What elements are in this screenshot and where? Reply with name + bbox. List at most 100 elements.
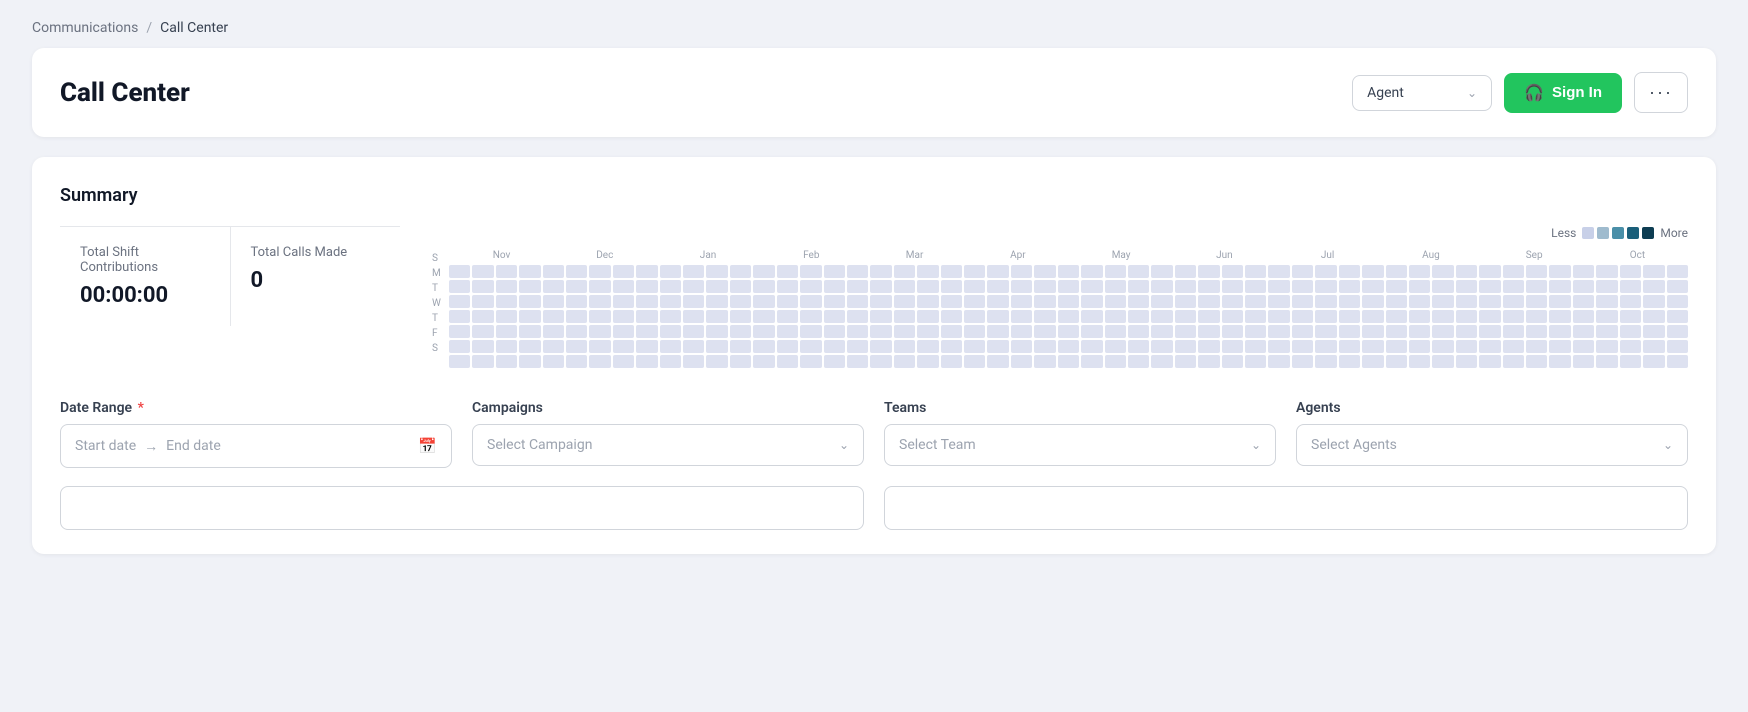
- heatmap-cell: [847, 310, 868, 323]
- total-calls-stat: Total Calls Made 0: [231, 227, 401, 326]
- heatmap-cell: [847, 280, 868, 293]
- breadcrumb-parent[interactable]: Communications: [32, 20, 138, 36]
- agents-placeholder: Select Agents: [1311, 437, 1397, 453]
- campaigns-dropdown[interactable]: Select Campaign ⌄: [472, 424, 864, 466]
- stats-panel: Total Shift Contributions 00:00:00 Total…: [60, 226, 400, 326]
- heatmap-cell: [824, 265, 845, 278]
- heatmap-cell: [636, 325, 657, 338]
- legend-sq-1: [1597, 227, 1609, 239]
- heatmap-cell: [566, 280, 587, 293]
- heatmap-cell: [1128, 355, 1149, 368]
- heatmap-cell: [1268, 355, 1289, 368]
- heatmap-cell: [449, 265, 470, 278]
- heatmap-cell: [753, 325, 774, 338]
- heatmap-cell: [683, 295, 704, 308]
- heatmap-cell: [589, 355, 610, 368]
- heatmap-cell: [800, 355, 821, 368]
- heatmap-cell: [1222, 310, 1243, 323]
- sign-in-label: Sign In: [1552, 84, 1602, 101]
- heatmap-cell: [1573, 310, 1594, 323]
- heatmap-cell: [1549, 340, 1570, 353]
- heatmap-cell: [1362, 340, 1383, 353]
- heatmap-cell: [1245, 295, 1266, 308]
- heatmap-cell: [1503, 280, 1524, 293]
- heatmap-cell: [1479, 340, 1500, 353]
- day-labels: S M T W T F S: [432, 250, 441, 368]
- heatmap-cell: [1549, 265, 1570, 278]
- heatmap-cell: [824, 280, 845, 293]
- agents-dropdown[interactable]: Select Agents ⌄: [1296, 424, 1688, 466]
- heatmap-cell: [472, 295, 493, 308]
- heatmap-cell: [964, 325, 985, 338]
- heatmap-cell: [1315, 355, 1336, 368]
- heatmap-cell: [613, 310, 634, 323]
- heatmap-cell: [1409, 295, 1430, 308]
- heatmap-cell: [1596, 340, 1617, 353]
- heatmap-cell: [1620, 280, 1641, 293]
- heatmap-cell: [1198, 295, 1219, 308]
- agent-dropdown[interactable]: Agent ⌄: [1352, 75, 1492, 111]
- heatmap-cell: [1222, 295, 1243, 308]
- teams-dropdown[interactable]: Select Team ⌄: [884, 424, 1276, 466]
- heatmap-cell: [1245, 310, 1266, 323]
- heatmap-cell: [683, 355, 704, 368]
- heatmap-cell: [543, 280, 564, 293]
- heatmap-cell: [1456, 325, 1477, 338]
- heatmap-cell: [589, 280, 610, 293]
- heatmap-cell: [1128, 340, 1149, 353]
- heatmap-cell: [496, 280, 517, 293]
- breadcrumb-separator: /: [146, 20, 152, 36]
- heatmap-cell: [1081, 280, 1102, 293]
- heatmap-cell: [1549, 310, 1570, 323]
- heatmap-cell: [613, 355, 634, 368]
- heatmap-cell: [1175, 280, 1196, 293]
- heatmap-cell: [1643, 340, 1664, 353]
- heatmap-cell: [941, 295, 962, 308]
- heatmap-cell: [660, 280, 681, 293]
- heatmap-cell: [1456, 355, 1477, 368]
- more-options-button[interactable]: ···: [1634, 72, 1688, 113]
- heatmap-cell: [730, 355, 751, 368]
- heatmap-cell: [496, 355, 517, 368]
- teams-label: Teams: [884, 400, 1276, 416]
- heatmap-cell: [964, 295, 985, 308]
- heatmap-cell: [1151, 310, 1172, 323]
- heatmap-cell: [1105, 280, 1126, 293]
- heatmap-cell: [1081, 325, 1102, 338]
- heatmap-legend: Less More: [432, 226, 1688, 240]
- heatmap-cell: [917, 295, 938, 308]
- heatmap-cell: [753, 280, 774, 293]
- heatmap-cell: [1222, 355, 1243, 368]
- heatmap-cell: [1456, 280, 1477, 293]
- heatmap-cell: [543, 355, 564, 368]
- heatmap-cell: [1034, 325, 1055, 338]
- summary-content: Total Shift Contributions 00:00:00 Total…: [60, 226, 1688, 368]
- day-label-w: W: [432, 297, 441, 310]
- date-range-input[interactable]: Start date → End date 📅: [60, 424, 452, 468]
- heatmap-cell: [1245, 265, 1266, 278]
- required-marker: *: [138, 400, 144, 416]
- heatmap-cell: [894, 325, 915, 338]
- total-calls-value: 0: [251, 268, 381, 293]
- heatmap-cell: [1549, 295, 1570, 308]
- heatmap-cell: [1105, 310, 1126, 323]
- heatmap-cell: [824, 355, 845, 368]
- heatmap-cell: [1011, 340, 1032, 353]
- heatmap-cell: [1643, 355, 1664, 368]
- heatmap-cell: [1479, 325, 1500, 338]
- heatmap-cell: [1339, 265, 1360, 278]
- heatmap-cell: [1292, 310, 1313, 323]
- heatmap-cell: [1011, 355, 1032, 368]
- sign-in-button[interactable]: 🎧 Sign In: [1504, 73, 1622, 113]
- heatmap-cell: [543, 295, 564, 308]
- total-shift-label: Total Shift Contributions: [80, 245, 210, 275]
- heatmap-cell: [1386, 295, 1407, 308]
- heatmap-cell: [472, 265, 493, 278]
- month-oct: Oct: [1587, 250, 1688, 261]
- heatmap-cell: [1268, 265, 1289, 278]
- month-dec: Dec: [554, 250, 655, 261]
- agents-filter-group: Agents Select Agents ⌄: [1296, 400, 1688, 468]
- heatmap-cell: [589, 340, 610, 353]
- heatmap-cell: [800, 310, 821, 323]
- heatmap-cell: [660, 310, 681, 323]
